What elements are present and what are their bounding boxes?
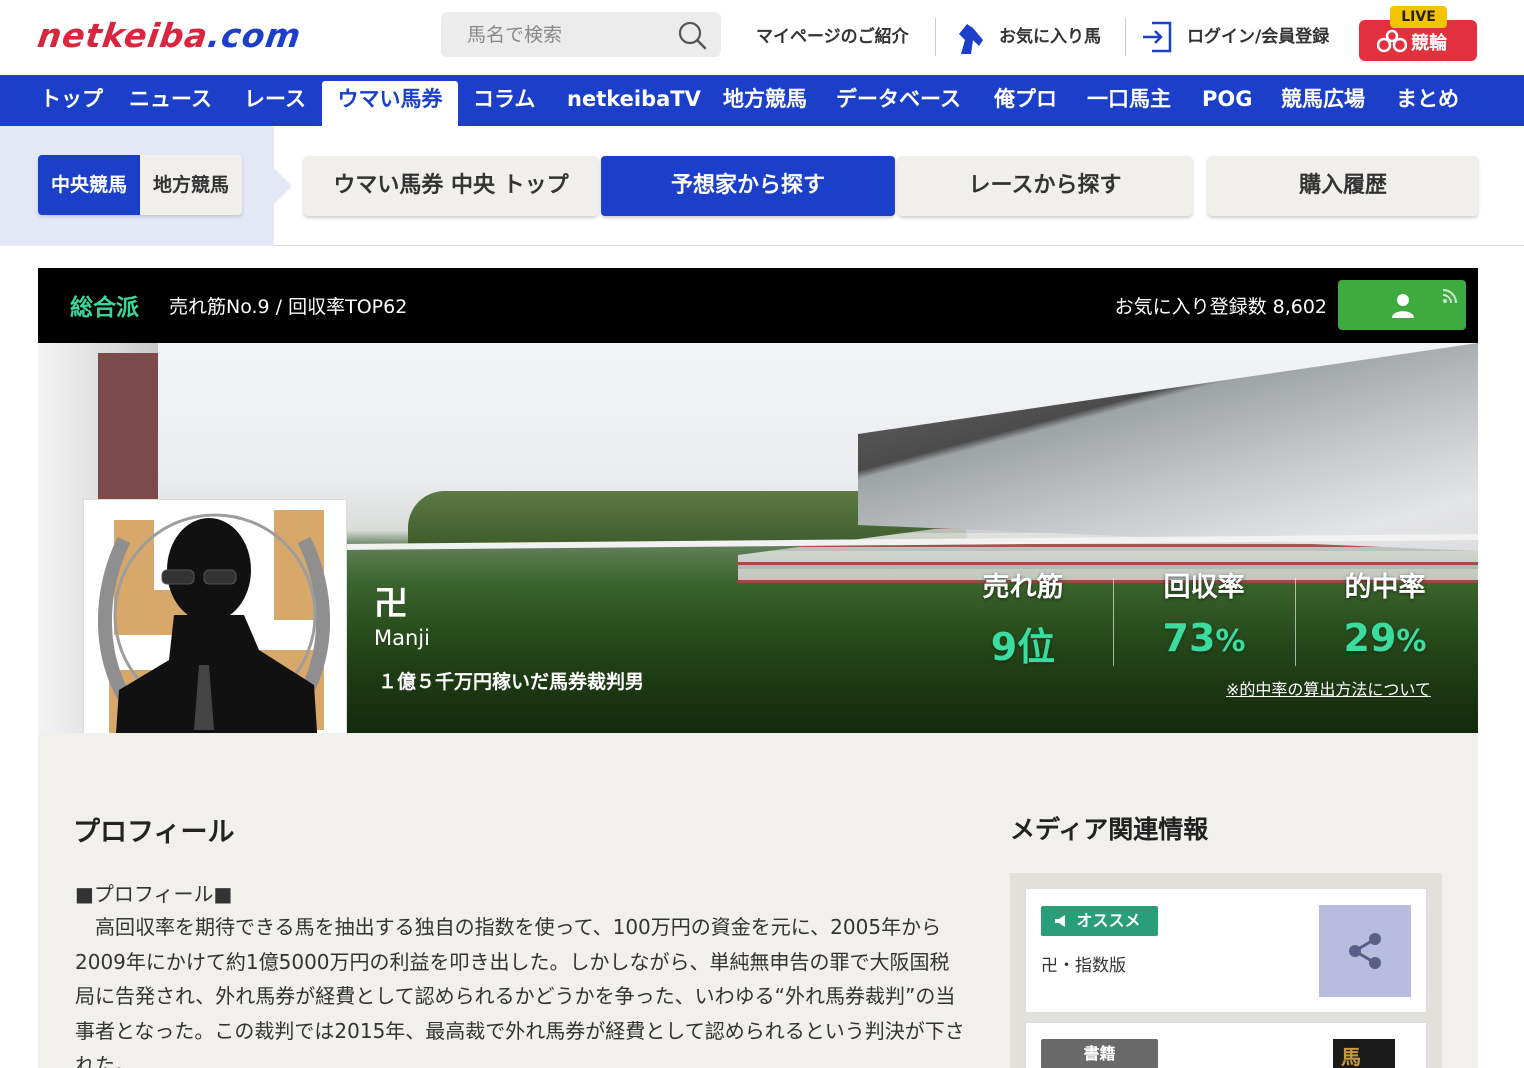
rss-icon: [1442, 289, 1457, 304]
stat-value: 9位: [990, 625, 1056, 669]
login-icon: [1143, 21, 1172, 53]
favorite-register-button[interactable]: [1338, 280, 1466, 330]
sub-nav: 中央競馬 地方競馬 ウマい馬券 中央 トップ 予想家から探す レースから探す 購…: [0, 126, 1524, 246]
share-icon: [1349, 933, 1381, 969]
predictor-type: 総合派: [70, 295, 139, 321]
stat-recovery-rate: 回収率 73%: [1114, 565, 1294, 660]
media-card-recommend[interactable]: オススメ 卍・指数版: [1025, 888, 1427, 1013]
nav-item-top[interactable]: トップ: [40, 75, 103, 126]
site-header: netkeiba.com マイページのご紹介 お気に入り馬 ログイン/会員登録 …: [0, 0, 1524, 75]
toggle-chuo-keiba[interactable]: 中央競馬: [38, 155, 140, 215]
nav-item-database[interactable]: データベース: [836, 75, 961, 126]
profile-heading: プロフィール: [73, 817, 235, 848]
nav-item-chiho-keiba[interactable]: 地方競馬: [723, 75, 807, 126]
nav-item-umai-baken[interactable]: ウマい馬券: [322, 81, 458, 126]
site-logo[interactable]: netkeiba.com: [35, 16, 304, 55]
toggle-chiho-keiba[interactable]: 地方競馬: [140, 155, 242, 215]
stat-hit-rate: 的中率 29%: [1295, 565, 1475, 660]
stat-value: 73%: [1162, 616, 1246, 660]
nav-item-ore-pro[interactable]: 俺プロ: [994, 75, 1057, 126]
media-card-title: 卍・指数版: [1041, 956, 1126, 976]
recommend-badge: オススメ: [1041, 906, 1158, 936]
predictor-info-bar: 総合派 売れ筋No.9 / 回収率TOP62 お気に入り登録数 8,602: [38, 268, 1478, 343]
nav-item-hitokuchi[interactable]: 一口馬主: [1087, 75, 1171, 126]
search-box: [441, 12, 721, 57]
tab-purchase-history[interactable]: 購入履歴: [1208, 156, 1478, 216]
nav-item-pog[interactable]: POG: [1202, 75, 1252, 126]
tab-search-by-predictor[interactable]: 予想家から探す: [601, 156, 895, 216]
login-link[interactable]: ログイン/会員登録: [1187, 22, 1329, 47]
favorite-count: お気に入り登録数 8,602: [1114, 296, 1327, 318]
stat-label: 売れ筋: [982, 572, 1064, 603]
manji-horseshoe-silhouette-icon: [84, 500, 346, 762]
predictor-rank-stats: 売れ筋No.9 / 回収率TOP62: [169, 296, 408, 318]
nav-item-matome[interactable]: まとめ: [1396, 75, 1459, 126]
profile-title: ■プロフィール■: [75, 882, 233, 906]
profile-body: 高回収率を期待できる馬を抽出する独自の指数を使って、100万円の資金を元に、20…: [75, 915, 965, 1068]
hero-left-panel: [98, 353, 158, 503]
predictor-name-jp: 卍: [374, 584, 408, 624]
search-input[interactable]: [441, 12, 671, 57]
tab-umai-baken-top[interactable]: ウマい馬券 中央 トップ: [304, 156, 598, 216]
nav-item-column[interactable]: コラム: [473, 75, 535, 126]
keirin-button[interactable]: LIVE 競輪: [1359, 6, 1477, 61]
subnav-arrow: [274, 168, 292, 204]
favorite-horses-link[interactable]: お気に入り馬: [999, 22, 1101, 47]
book-cover: 馬: [1333, 1039, 1395, 1068]
predictor-avatar: [83, 499, 347, 763]
horse-icon: [959, 24, 983, 54]
hit-rate-calculation-link[interactable]: ※的中率の算出方法について: [1226, 676, 1431, 700]
tab-search-by-race[interactable]: レースから探す: [898, 156, 1192, 216]
media-card-thumbnail: [1319, 905, 1411, 997]
stat-label: 的中率: [1344, 572, 1426, 603]
live-badge: LIVE: [1390, 6, 1447, 28]
media-heading: メディア関連情報: [1010, 815, 1209, 844]
stat-value: 29%: [1343, 616, 1427, 660]
header-divider: [1125, 18, 1126, 56]
nav-item-keiba-hiroba[interactable]: 競馬広場: [1281, 75, 1365, 126]
stat-uresuji: 売れ筋 9位: [933, 565, 1113, 671]
search-icon[interactable]: [677, 20, 707, 50]
header-divider: [935, 18, 936, 56]
keirin-label: 競輪: [1411, 33, 1447, 54]
bicycle-icon: [1377, 29, 1407, 53]
mypage-link[interactable]: マイページのご紹介: [756, 22, 909, 47]
predictor-tagline: １億５千万円稼いだ馬券裁判男: [378, 671, 645, 693]
book-badge: 書籍: [1041, 1039, 1158, 1068]
media-card-book[interactable]: 書籍 馬: [1025, 1022, 1427, 1068]
nav-item-news[interactable]: ニュース: [129, 75, 212, 126]
user-icon: [1392, 294, 1414, 318]
nav-item-race[interactable]: レース: [244, 75, 306, 126]
predictor-name-en: Manji: [374, 626, 430, 650]
main-nav: トップ ニュース レース ウマい馬券 コラム netkeibaTV 地方競馬 デ…: [0, 75, 1524, 126]
megaphone-icon: [1055, 915, 1065, 927]
nav-item-netkeiba-tv[interactable]: netkeibaTV: [567, 75, 701, 126]
stat-label: 回収率: [1163, 572, 1245, 603]
